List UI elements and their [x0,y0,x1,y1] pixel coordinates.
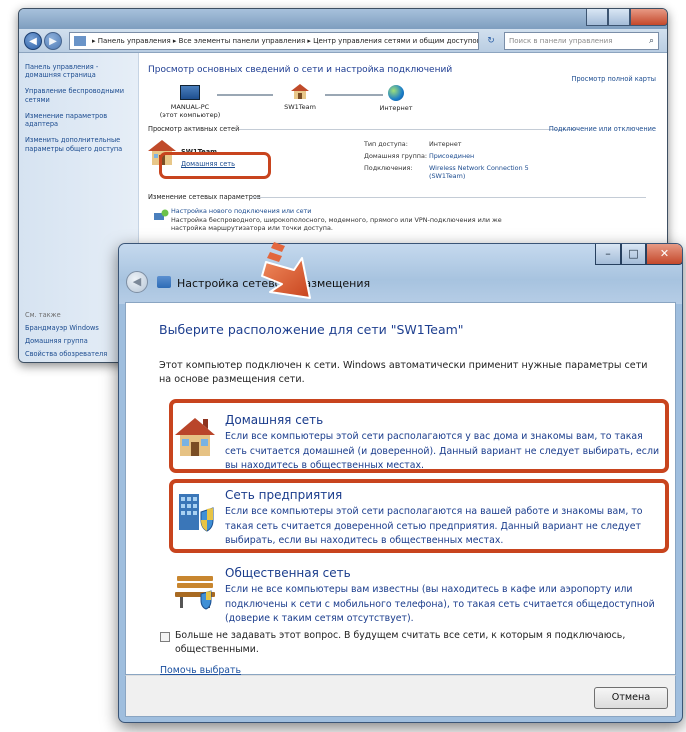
divider [239,129,579,130]
bg-minimize-button[interactable] [586,9,608,26]
bg-maximize-button[interactable] [608,9,630,26]
node-internet: Интернет [371,85,421,112]
new-connection-desc: Настройка беспроводного, широкополосного… [171,215,502,233]
search-icon: ⌕ [648,36,654,46]
dialog-intro: Этот компьютер подключен к сети. Windows… [159,360,648,385]
access-type-value-text: Интернет [429,140,462,148]
dialog-heading: Выберите расположение для сети "SW1Team" [159,322,464,337]
full-map-link[interactable]: Просмотр полной карты [572,75,656,83]
park-bench-icon [175,576,215,610]
dialog-footer: Отмена [125,675,676,717]
new-connection-link[interactable]: Настройка нового подключения или сети [171,207,511,216]
divider [251,197,646,198]
see-also-homegroup[interactable]: Домашняя группа [25,337,88,346]
homegroup-row: Домашняя группа: [364,152,427,160]
sidebar-item-sharing[interactable]: Изменить дополнительные параметры общего… [25,136,132,152]
forward-button[interactable]: ▶ [44,32,62,50]
globe-icon [388,85,404,101]
sidebar-item-adapter[interactable]: Изменение параметров адаптера [25,112,132,128]
option-title[interactable]: Общественная сеть [225,566,351,580]
node-network: SW1Team [275,83,325,111]
network-node-name: SW1Team [284,103,316,111]
new-connection-item[interactable]: Настройка нового подключения или сети На… [171,207,511,233]
sidebar-item-wireless[interactable]: Управление беспроводными сетями [25,87,132,103]
back-button[interactable]: ◀ [24,32,42,50]
change-settings-title: Изменение сетевых параметров [148,193,261,201]
address-path: ▸ Панель управления ▸ Все элементы панел… [92,37,479,45]
minimize-button[interactable]: – [595,244,621,265]
access-type-label: Тип доступа: [364,140,408,148]
address-bar[interactable]: ▸ Панель управления ▸ Все элементы панел… [69,32,479,50]
see-also-browser[interactable]: Свойства обозревателя [25,350,107,359]
node-pc: MANUAL-PC (этот компьютер) [157,85,223,119]
homegroup-value[interactable]: Присоединен [429,152,474,160]
network-location-dialog: – □ ✕ ◀ Настройка сетевого размещения Вы… [118,243,683,723]
connect-disconnect-link[interactable]: Подключение или отключение [549,125,656,133]
highlight-box [169,479,669,553]
computer-icon [180,85,200,100]
refresh-icon[interactable]: ↻ [482,32,500,50]
access-type-value: Интернет [429,140,462,148]
maximize-button[interactable]: □ [621,244,646,265]
option-public-network[interactable]: Общественная сеть Если не все компьютеры… [173,566,663,624]
search-placeholder: Поиск в панели управления [509,37,613,45]
bg-close-button[interactable] [630,9,667,26]
connections-label: Подключения: [364,164,413,172]
see-also-label: См. также [25,311,61,319]
sidebar-item-home[interactable]: Панель управления - домашняя страница [25,63,132,79]
homegroup-label: Домашняя группа: [364,152,428,160]
control-panel-icon [74,36,86,46]
search-input[interactable]: Поиск в панели управления ⌕ [504,32,659,50]
connections-value-text[interactable]: Wireless Network Connection 5 (SW1Team) [429,164,529,180]
see-also-firewall[interactable]: Брандмауэр Windows [25,324,99,333]
dont-ask-checkbox[interactable] [160,632,170,642]
pc-sub: (этот компьютер) [159,111,221,119]
cancel-button[interactable]: Отмена [594,687,668,709]
network-setup-icon [154,209,169,220]
highlight-box [159,152,271,179]
dont-ask-label[interactable]: Больше не задавать этот вопрос. В будуще… [175,629,635,656]
arrow-down-icon [261,242,311,299]
map-line [217,94,273,96]
connections-row: Подключения: [364,164,413,172]
close-button[interactable]: ✕ [646,244,682,265]
house-icon [291,84,309,99]
highlight-box [169,399,669,473]
active-networks-title: Просмотр активных сетей [148,125,240,133]
access-type-row: Тип доступа: [364,140,408,148]
pc-name: MANUAL-PC [170,103,210,111]
back-button[interactable]: ◀ [126,271,148,293]
network-wizard-icon [157,276,171,288]
internet-label: Интернет [379,104,413,112]
dialog-content: Выберите расположение для сети "SW1Team"… [125,302,676,676]
option-desc: Если не все компьютеры вам известны (вы … [225,584,655,625]
address-bar-area: ◀ ▶ ▸ Панель управления ▸ Все элементы п… [19,29,667,53]
homegroup-value-text[interactable]: Присоединен [429,152,474,160]
connections-value[interactable]: Wireless Network Connection 5 (SW1Team) [429,164,529,181]
page-title: Просмотр основных сведений о сети и наст… [148,65,453,75]
bg-titlebar [19,9,667,29]
